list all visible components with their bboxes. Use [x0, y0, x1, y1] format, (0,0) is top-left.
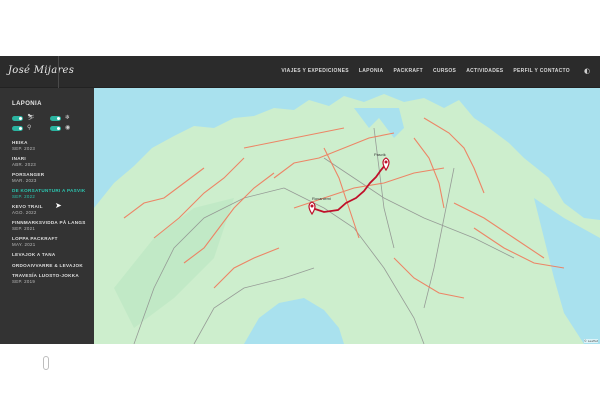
map-canvas[interactable]: Rovaniemi Pasvik: [94, 88, 600, 344]
logo-divider: [58, 56, 59, 88]
globe-icon[interactable]: ◐: [584, 67, 592, 75]
nav-actividades[interactable]: ACTIVIDADES: [466, 68, 503, 74]
switch[interactable]: [12, 125, 23, 131]
town-label-a: Rovaniemi: [312, 196, 331, 201]
top-navigation-bar: José Mijares VIAJES Y EXPEDICIONES LAPON…: [0, 56, 600, 88]
trip-name: LEVAJOK A TANA: [12, 252, 56, 257]
trip-item[interactable]: TRAVESÍA LUOSTO-JOKKA SEP. 2019: [12, 273, 94, 284]
trip-date: SEP. 2019: [12, 278, 36, 284]
toggle-snow[interactable]: ❄: [50, 114, 88, 122]
trip-date: SEP. 2022: [12, 193, 36, 199]
switch[interactable]: [50, 125, 61, 131]
trip-date: MAY. 2021: [12, 241, 36, 247]
trip-name: ORDOAIVVARRE & LEVAJOK: [12, 262, 84, 268]
trip-item[interactable]: INARI ABR. 2023: [12, 156, 94, 167]
trip-item[interactable]: LEVAJOK A TANA: [12, 252, 94, 258]
trip-name: DE KORSATUNTURI A PASVIK: [12, 188, 86, 193]
mouse-cursor-icon: ➤: [55, 201, 62, 210]
trip-date: ABR. 2023: [12, 161, 36, 167]
trip-date: SEP. 2023: [12, 145, 36, 151]
trip-sidebar: LAPONIA ⛷ ❄ ⚲ ◉ HEIKA SEP. 2023 INARI ABR.…: [0, 88, 94, 370]
trip-list: HEIKA SEP. 2023 INARI ABR. 2023 PORSANGER M…: [12, 140, 94, 284]
map-view[interactable]: Rovaniemi Pasvik © Leaflet: [94, 88, 600, 344]
boat-icon: ◉: [65, 124, 71, 131]
trip-item[interactable]: PORSANGER MAR. 2023: [12, 172, 94, 183]
main-nav: VIAJES Y EXPEDICIONES LAPONIA PACKRAFT C…: [281, 68, 570, 74]
trip-item[interactable]: KEVO TRAIL AGO. 2022: [12, 204, 94, 215]
switch[interactable]: [50, 115, 61, 121]
nav-cursos[interactable]: CURSOS: [433, 68, 456, 74]
trip-item[interactable]: LOPPA PACKRAFT MAY. 2021: [12, 236, 94, 247]
person-icon[interactable]: [43, 356, 49, 370]
toggle-boat[interactable]: ◉: [50, 124, 88, 132]
trip-item-active[interactable]: DE KORSATUNTURI A PASVIK SEP. 2022: [12, 188, 94, 199]
nav-laponia[interactable]: LAPONIA: [359, 68, 384, 74]
trip-item[interactable]: ORDOAIVVARRE & LEVAJOK: [12, 263, 94, 269]
switch[interactable]: [12, 115, 23, 121]
snowflake-icon: ❄: [65, 114, 71, 121]
town-label-b: Pasvik: [374, 152, 386, 157]
trip-item[interactable]: FINNMARKSVIDDA PÅ LANGS SEP. 2021: [12, 220, 94, 231]
nav-packraft[interactable]: PACKRAFT: [393, 68, 423, 74]
site-logo[interactable]: José Mijares: [8, 65, 74, 76]
ski-icon: ⛷: [27, 114, 35, 121]
app-frame: José Mijares VIAJES Y EXPEDICIONES LAPON…: [0, 56, 600, 370]
activity-toggles: ⛷ ❄ ⚲ ◉: [12, 114, 94, 132]
trip-date: SEP. 2021: [12, 225, 36, 231]
trip-item[interactable]: HEIKA SEP. 2023: [12, 140, 94, 151]
nav-perfil[interactable]: PERFIL Y CONTACTO: [513, 68, 570, 74]
map-attribution[interactable]: © Leaflet: [583, 339, 598, 343]
trip-date: MAR. 2023: [12, 177, 37, 183]
trip-date: AGO. 2022: [12, 209, 37, 215]
toggle-ski[interactable]: ⛷: [12, 114, 50, 122]
sidebar-title: LAPONIA: [12, 101, 42, 107]
land-norway-coast: [94, 94, 600, 344]
bike-icon: ⚲: [27, 124, 32, 131]
nav-viajes[interactable]: VIAJES Y EXPEDICIONES: [281, 68, 349, 74]
trip-name: FINNMARKSVIDDA PÅ LANGS: [12, 220, 86, 225]
toggle-bike[interactable]: ⚲: [12, 124, 50, 132]
